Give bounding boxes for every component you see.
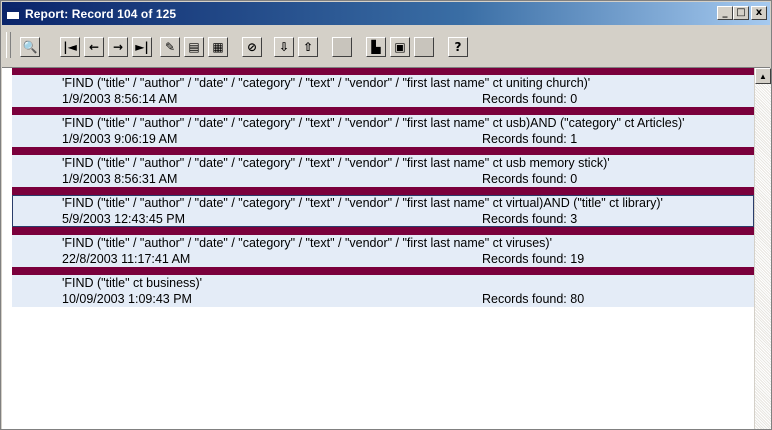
records-found-count: Records found: 3 bbox=[482, 212, 578, 226]
last-icon: ►| bbox=[135, 40, 149, 54]
maximize-button[interactable]: □ bbox=[733, 6, 749, 20]
close-button[interactable]: x bbox=[751, 6, 767, 20]
record-item[interactable]: 'FIND ("title" / "author" / "date" / "ca… bbox=[12, 235, 754, 267]
record-query: 'FIND ("title" / "author" / "date" / "ca… bbox=[62, 76, 591, 90]
new-record-button[interactable]: ▤ bbox=[184, 37, 204, 57]
record-date: 1/9/2003 8:56:14 AM bbox=[62, 92, 178, 106]
minimize-button[interactable]: _ bbox=[717, 6, 733, 20]
help-icon: ? bbox=[454, 40, 462, 54]
record-date: 1/9/2003 8:56:31 AM bbox=[62, 172, 178, 186]
delete-icon: ⊘ bbox=[246, 40, 258, 54]
arrow-right-icon: → bbox=[112, 40, 124, 54]
export-button[interactable]: ⇧ bbox=[298, 37, 318, 57]
next-record-button[interactable]: → bbox=[108, 37, 128, 57]
record-query: 'FIND ("title" / "author" / "date" / "ca… bbox=[62, 116, 685, 130]
records-found-count: Records found: 80 bbox=[482, 292, 585, 306]
records-found-count: Records found: 1 bbox=[482, 132, 578, 146]
record-query: 'FIND ("title" / "author" / "date" / "ca… bbox=[62, 196, 663, 210]
app-icon bbox=[6, 7, 20, 20]
report-icon: ▙ bbox=[371, 40, 381, 54]
record-separator bbox=[12, 267, 754, 275]
arrow-left-icon: ← bbox=[88, 40, 100, 54]
help-button[interactable]: ? bbox=[448, 37, 468, 57]
disabled-button-2 bbox=[414, 37, 434, 57]
form-icon: ▣ bbox=[394, 40, 406, 54]
window-controls: _ □ x bbox=[717, 6, 767, 20]
preview-button[interactable]: 🔍 bbox=[20, 37, 40, 57]
record-date: 10/09/2003 1:09:43 PM bbox=[62, 292, 192, 306]
record-query: 'FIND ("title" / "author" / "date" / "ca… bbox=[62, 236, 552, 250]
record-meta: 1/9/2003 9:06:19 AM Records found: 1 bbox=[62, 131, 754, 147]
scroll-up-button[interactable]: ▲ bbox=[755, 68, 771, 84]
previous-record-button[interactable]: ← bbox=[84, 37, 104, 57]
record-item[interactable]: 'FIND ("title" / "author" / "date" / "ca… bbox=[12, 115, 754, 147]
toolbar-grip[interactable] bbox=[6, 32, 11, 58]
toolbar: 🔍 |◄ ← → ►| ✎ ▤ ▦ ⊘ ⇩ ⇧ ▙ ▣? bbox=[2, 26, 770, 68]
record-item[interactable]: 'FIND ("title" / "author" / "date" / "ca… bbox=[12, 195, 754, 227]
record-meta: 1/9/2003 8:56:14 AM Records found: 0 bbox=[62, 91, 754, 107]
record-separator bbox=[12, 107, 754, 115]
record-separator bbox=[12, 68, 754, 75]
disabled-button-1 bbox=[332, 37, 352, 57]
edit-button[interactable]: ✎ bbox=[160, 37, 180, 57]
record-separator bbox=[12, 187, 754, 195]
last-record-button[interactable]: ►| bbox=[132, 37, 152, 57]
record-separator bbox=[12, 227, 754, 235]
new-record-icon: ▤ bbox=[188, 40, 200, 54]
record-separator bbox=[12, 147, 754, 155]
record-meta: 1/9/2003 8:56:31 AM Records found: 0 bbox=[62, 171, 754, 187]
import-icon: ⇩ bbox=[278, 40, 290, 54]
record-item[interactable]: 'FIND ("title" ct business)' 10/09/2003 1… bbox=[12, 275, 754, 307]
report-content: 'FIND ("title" / "author" / "date" / "ca… bbox=[2, 68, 754, 429]
records-found-count: Records found: 19 bbox=[482, 252, 585, 266]
records-list: 'FIND ("title" / "author" / "date" / "ca… bbox=[12, 68, 754, 307]
export-icon: ⇧ bbox=[302, 40, 314, 54]
record-item[interactable]: 'FIND ("title" / "author" / "date" / "ca… bbox=[12, 75, 754, 107]
record-meta: 22/8/2003 11:17:41 AM Records found: 19 bbox=[62, 251, 754, 267]
pencil-icon: ✎ bbox=[164, 40, 176, 54]
first-record-button[interactable]: |◄ bbox=[60, 37, 80, 57]
record-date: 1/9/2003 9:06:19 AM bbox=[62, 132, 178, 146]
records-found-count: Records found: 0 bbox=[482, 172, 578, 186]
window-title: Report: Record 104 of 125 bbox=[25, 6, 177, 21]
records-found-count: Records found: 0 bbox=[482, 92, 578, 106]
record-query: 'FIND ("title" ct business)' bbox=[62, 276, 203, 290]
report-button[interactable]: ▙ bbox=[366, 37, 386, 57]
record-date: 22/8/2003 11:17:41 AM bbox=[62, 252, 191, 266]
title-bar[interactable]: Report: Record 104 of 125 _ □ x bbox=[2, 2, 770, 25]
vertical-scrollbar[interactable]: ▲ bbox=[754, 68, 771, 429]
record-meta: 5/9/2003 12:43:45 PM Records found: 3 bbox=[62, 211, 754, 227]
record-item[interactable]: 'FIND ("title" / "author" / "date" / "ca… bbox=[12, 155, 754, 187]
fields-icon: ▦ bbox=[212, 40, 224, 54]
magnify-icon: 🔍 bbox=[22, 40, 38, 54]
delete-button[interactable]: ⊘ bbox=[242, 37, 262, 57]
record-date: 5/9/2003 12:43:45 PM bbox=[62, 212, 186, 226]
report-window: Report: Record 104 of 125 _ □ x 🔍 |◄ ← → ►| ✎… bbox=[0, 0, 772, 430]
record-query: 'FIND ("title" / "author" / "date" / "ca… bbox=[62, 156, 610, 170]
import-button[interactable]: ⇩ bbox=[274, 37, 294, 57]
form-button[interactable]: ▣ bbox=[390, 37, 410, 57]
fields-button[interactable]: ▦ bbox=[208, 37, 228, 57]
record-meta: 10/09/2003 1:09:43 PM Records found: 80 bbox=[62, 291, 754, 307]
first-icon: |◄ bbox=[63, 40, 77, 54]
